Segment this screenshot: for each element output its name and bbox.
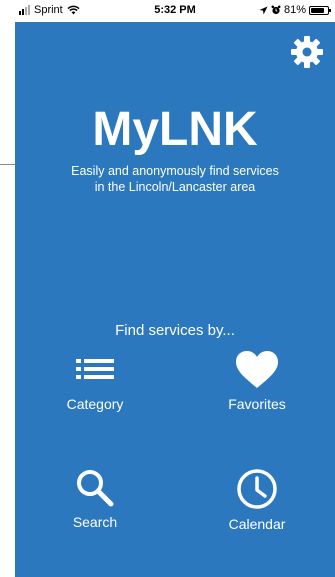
search-button[interactable]: Search — [35, 468, 155, 530]
calendar-label: Calendar — [228, 516, 286, 532]
app-home: MyLNK Easily and anonymously find servic… — [15, 22, 335, 577]
alarm-icon — [271, 5, 281, 15]
clock-icon — [237, 469, 277, 509]
battery-icon — [309, 5, 331, 15]
tagline-line-2: in the Lincoln/Lancaster area — [94, 180, 256, 194]
search-icon — [77, 470, 114, 507]
tagline-line-1: Easily and anonymously find services — [71, 164, 279, 178]
category-button[interactable]: Category — [35, 350, 155, 412]
favorites-label: Favorites — [228, 396, 286, 412]
status-right: 81% — [259, 4, 331, 16]
left-divider — [0, 164, 15, 165]
battery-percent: 81% — [283, 4, 306, 16]
calendar-button[interactable]: Calendar — [197, 468, 317, 532]
status-bar: Sprint 5:32 PM 81% — [15, 0, 335, 22]
location-arrow-icon — [259, 6, 268, 14]
category-label: Category — [66, 396, 124, 412]
gear-icon[interactable] — [289, 34, 325, 70]
phone-screen: Sprint 5:32 PM 81% MyLNK Easily and anon… — [0, 0, 335, 577]
list-icon — [76, 359, 114, 379]
app-tagline: Easily and anonymously find services in … — [45, 163, 305, 195]
search-label: Search — [72, 514, 118, 530]
battery-level — [311, 7, 324, 13]
find-services-label: Find services by... — [115, 322, 235, 339]
app-title: MyLNK — [92, 103, 258, 156]
left-margin — [0, 22, 15, 577]
favorites-button[interactable]: Favorites — [197, 350, 317, 412]
heart-icon — [236, 351, 278, 388]
